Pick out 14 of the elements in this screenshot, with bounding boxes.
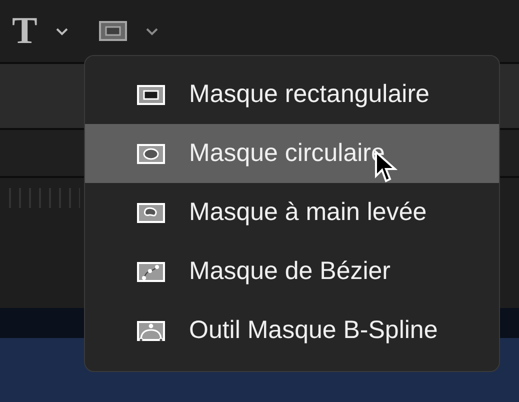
- menu-item[interactable]: Masque de Bézier: [85, 242, 499, 301]
- ellipse-mask-icon: [137, 144, 165, 164]
- menu-item[interactable]: Masque circulaire: [85, 124, 499, 183]
- menu-item[interactable]: Masque rectangulaire: [85, 65, 499, 124]
- text-tool-button[interactable]: T: [12, 12, 38, 50]
- menu-item[interactable]: Outil Masque B-Spline: [85, 301, 499, 360]
- menu-item[interactable]: Masque à main levée: [85, 183, 499, 242]
- rectangle-mask-icon: [137, 84, 165, 104]
- freehand-shape-icon: [137, 202, 165, 222]
- bezier-curve-icon: [137, 262, 165, 282]
- caret-icon[interactable]: [145, 26, 160, 36]
- spline-curve-icon: [137, 320, 165, 340]
- caret-icon[interactable]: [55, 26, 70, 36]
- rectangle-mask-icon[interactable]: [99, 21, 128, 41]
